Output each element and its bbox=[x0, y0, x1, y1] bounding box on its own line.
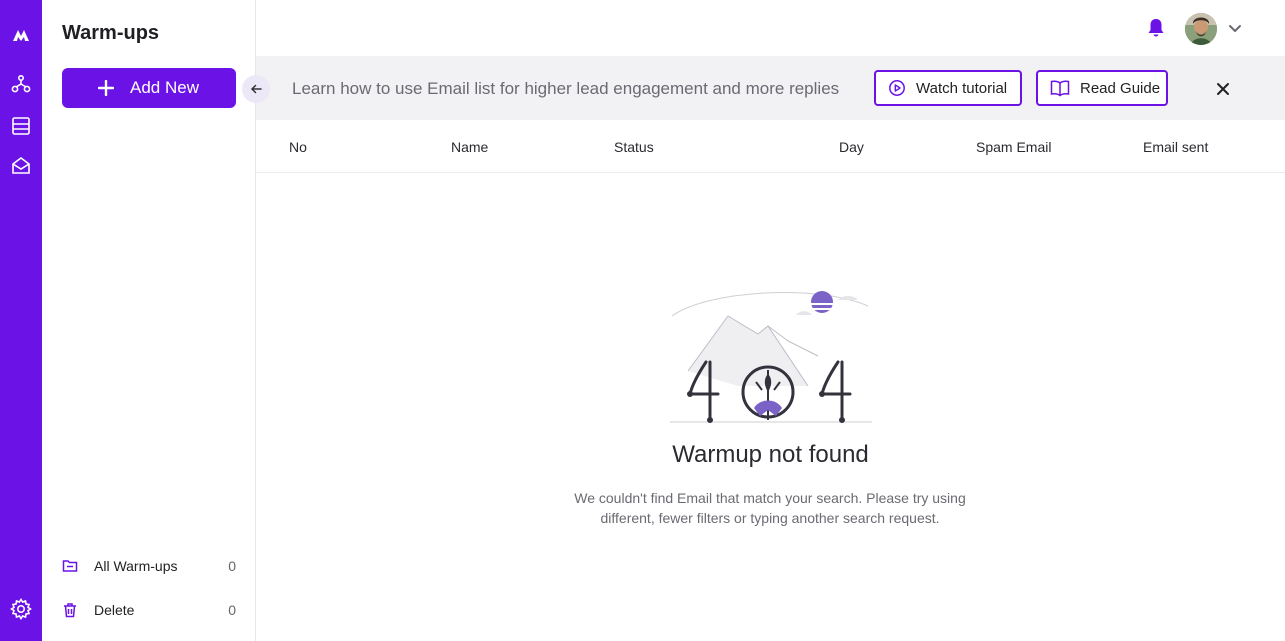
table-header: No Name Status Day Spam Email Email sent bbox=[256, 120, 1285, 173]
column-spam-email[interactable]: Spam Email bbox=[976, 139, 1051, 155]
top-bar bbox=[256, 0, 1285, 56]
watch-tutorial-button[interactable]: Watch tutorial bbox=[874, 70, 1022, 106]
sidebar-item-count: 0 bbox=[228, 602, 236, 618]
arrow-left-icon bbox=[250, 84, 262, 94]
watch-tutorial-label: Watch tutorial bbox=[916, 79, 1008, 97]
add-new-button[interactable]: Add New bbox=[62, 68, 236, 108]
sidebar-item-all-warmups[interactable]: All Warm-ups 0 bbox=[62, 554, 236, 578]
column-status[interactable]: Status bbox=[614, 139, 654, 155]
sidebar-item-label: Delete bbox=[94, 602, 135, 618]
sidebar-item-delete[interactable]: Delete 0 bbox=[62, 598, 236, 622]
chevron-down-icon[interactable] bbox=[1227, 20, 1243, 36]
book-icon bbox=[1050, 80, 1070, 97]
sidebar-item-label: All Warm-ups bbox=[94, 558, 178, 574]
column-day[interactable]: Day bbox=[839, 139, 864, 155]
close-icon[interactable] bbox=[1214, 80, 1232, 98]
avatar[interactable] bbox=[1185, 13, 1217, 45]
play-circle-icon bbox=[889, 80, 905, 96]
sidebar: Warm-ups Add New All Warm-ups 0 Delete 0 bbox=[42, 0, 256, 641]
logo-icon[interactable] bbox=[9, 23, 33, 47]
empty-state-description: We couldn't find Email that match your s… bbox=[574, 490, 966, 526]
inbox-icon[interactable] bbox=[9, 154, 33, 178]
banner-text: Learn how to use Email list for higher l… bbox=[292, 79, 840, 98]
folder-icon bbox=[62, 560, 78, 572]
empty-state-title: Warmup not found bbox=[672, 441, 869, 468]
tutorial-banner: Learn how to use Email list for higher l… bbox=[256, 56, 1285, 120]
list-icon[interactable] bbox=[9, 114, 33, 138]
add-new-label: Add New bbox=[130, 78, 199, 97]
sidebar-item-count: 0 bbox=[228, 558, 236, 574]
trash-icon bbox=[64, 603, 76, 618]
settings-icon[interactable] bbox=[9, 597, 33, 621]
page-title: Warm-ups bbox=[62, 22, 160, 44]
plus-icon bbox=[98, 80, 114, 96]
read-guide-label: Read Guide bbox=[1080, 79, 1161, 97]
column-name[interactable]: Name bbox=[451, 139, 488, 155]
collapse-sidebar-button[interactable] bbox=[242, 75, 270, 103]
bell-icon[interactable] bbox=[1144, 16, 1168, 40]
not-found-illustration bbox=[670, 291, 872, 423]
workflow-icon[interactable] bbox=[9, 72, 33, 96]
column-no[interactable]: No bbox=[289, 139, 307, 155]
column-email-sent[interactable]: Email sent bbox=[1143, 139, 1208, 155]
empty-state: Warmup not found We couldn't find Email … bbox=[256, 173, 1285, 641]
nav-rail bbox=[0, 0, 42, 641]
read-guide-button[interactable]: Read Guide bbox=[1036, 70, 1168, 106]
